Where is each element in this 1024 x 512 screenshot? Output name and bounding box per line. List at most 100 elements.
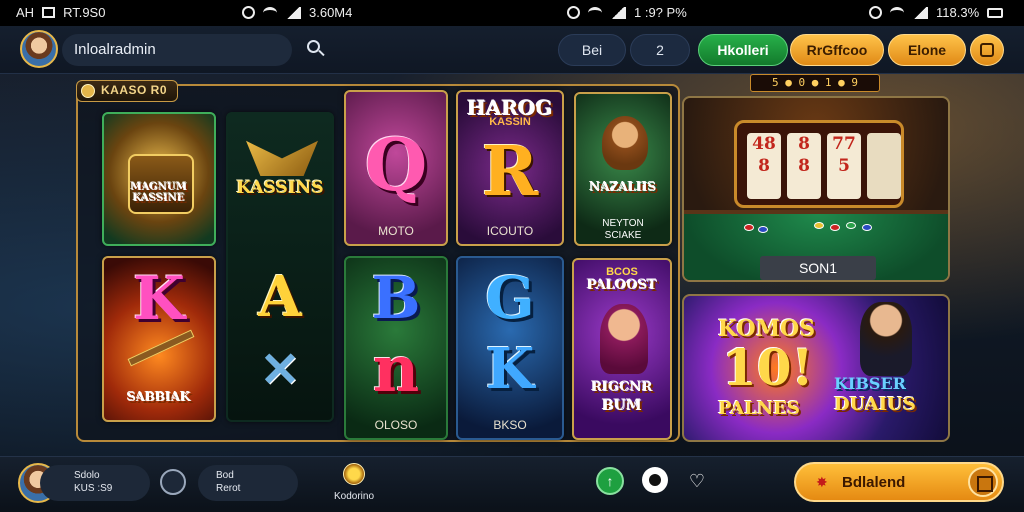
status-speed: 3.60M4 (309, 5, 353, 20)
wifi-icon-2 (588, 6, 602, 19)
letter-g: G (485, 264, 535, 332)
magnum-banner: MAGNUM KASSINE (130, 182, 188, 204)
warrior-portrait (602, 116, 648, 170)
player-name: Sdolo (74, 470, 100, 481)
crossbow-icon (127, 329, 195, 367)
store-button[interactable]: Elone (888, 34, 966, 66)
arrow-up-icon: ↑ (606, 473, 614, 489)
signal-icon-3 (912, 6, 928, 19)
signal-icon-2 (610, 6, 626, 19)
slot-machine-panel[interactable]: 48 8 8 8 77 5 SON1 (682, 96, 950, 282)
wifi-icon (263, 6, 277, 19)
info-pill[interactable]: Bod Rerot (198, 465, 298, 501)
wings-emblem-icon (246, 140, 318, 176)
section-title: KAASO R0 (76, 80, 179, 102)
crossed-swords-icon: ✕ (259, 342, 301, 398)
top-app-bar: Inloalradmin Bei 2 Hkolleri RrGffcoo Elo… (0, 26, 1024, 74)
warrior-banner: NAZALIIS (589, 180, 657, 194)
host-portrait (860, 302, 912, 376)
trophy-icon (343, 463, 365, 485)
status-left: AH RT.9S0 (16, 5, 105, 20)
letter-k: K (132, 264, 186, 334)
reel-4 (867, 133, 901, 199)
search-button[interactable] (302, 36, 330, 64)
reel-2-bottom: 8 (798, 156, 810, 176)
trophy-label: Kodorino (333, 491, 375, 502)
promo-banner[interactable]: KOMOS 10! PALNES KIBSER DUAIUS (682, 294, 950, 442)
trophy-button[interactable]: Kodorino (326, 461, 382, 507)
upload-button[interactable]: ↑ (596, 467, 624, 495)
chip-icon (862, 224, 872, 231)
chip-icon (814, 222, 824, 229)
expand-icon (968, 467, 998, 497)
image-icon (42, 7, 56, 18)
signal-icon (285, 6, 301, 19)
alarm-icon-3 (869, 6, 882, 19)
tab-bet[interactable]: Bei (558, 34, 626, 66)
profile-avatar[interactable] (20, 30, 58, 68)
green-action-button[interactable]: Hkolleri (698, 34, 788, 66)
player-level: KUS :S9 (74, 483, 113, 494)
game-tile-q[interactable]: Q MOTO (344, 90, 448, 246)
chip-icon (846, 222, 856, 229)
store-label: Elone (907, 42, 947, 58)
letter-q: Q (364, 122, 428, 207)
woman-banner-2: BUM (602, 398, 642, 414)
game-tile-woman[interactable]: BCOS PALOOST RIGCNR BUM (572, 258, 672, 440)
chip-button[interactable] (160, 469, 186, 495)
slot-reels: 48 8 8 8 77 5 (734, 120, 904, 208)
player-info[interactable]: Sdolo KUS :S9 (40, 465, 150, 501)
gift-button[interactable] (970, 34, 1004, 66)
reel-2: 8 8 (787, 133, 821, 199)
chip-icon (830, 224, 840, 231)
gift-icon (980, 43, 994, 57)
heart-icon: ♡ (688, 471, 706, 491)
status-center: 3.60M4 (242, 5, 352, 20)
status-bar: AH RT.9S0 3.60M4 1 :9? P% 118.3% (0, 0, 1024, 26)
section-title-text: KAASO R0 (101, 83, 168, 97)
g-caption: BKSO (493, 418, 527, 432)
play-now-button[interactable]: ✸ Bdlalend (794, 462, 1004, 502)
tab-count-label: 2 (656, 42, 664, 58)
r-header-2: KASSIN (489, 116, 531, 128)
game-tile-g[interactable]: G K BKSO (456, 256, 564, 440)
woman-header-2: PALOOST (587, 278, 657, 293)
game-tile-b[interactable]: B n OLOSO (344, 256, 448, 440)
game-tile-k[interactable]: K SABBIAK (102, 256, 216, 422)
woman-header: BCOS (606, 266, 638, 278)
game-tile-magnum[interactable]: MAGNUM KASSINE (102, 112, 216, 246)
letter-k-blue: K (485, 336, 535, 402)
username-field[interactable]: Inloalradmin (62, 34, 292, 66)
status-battery-text: 118.3% (936, 5, 980, 20)
jackpot-ticker-text: 5 ● 0 ● 1 ● 9 (771, 76, 859, 89)
reel-1: 48 8 (747, 133, 781, 199)
game-tile-r[interactable]: HAROG KASSIN R ICOUTO (456, 90, 564, 246)
promo-line-3: PALNES (718, 398, 801, 419)
game-tile-warrior[interactable]: NAZALIIS NEYTON SCIAKE (574, 92, 672, 246)
tab-count[interactable]: 2 (630, 34, 690, 66)
play-now-label: Bdlalend (842, 474, 906, 491)
k-banner: SABBIAK (127, 390, 191, 404)
reel-3-bottom: 5 (838, 156, 850, 176)
reel-1-top: 48 (752, 134, 776, 154)
letter-n: n (372, 332, 420, 407)
status-network: RT.9S0 (63, 5, 106, 20)
warrior-caption: NEYTON (602, 218, 644, 229)
green-action-label: Hkolleri (717, 42, 769, 58)
favorites-button[interactable]: ♡ (684, 469, 710, 493)
r-caption: ICOUTO (486, 224, 534, 238)
reel-3-top: 77 (832, 134, 856, 154)
kassins-banner: KASSINS (236, 178, 324, 198)
offers-button[interactable]: RrGffcoo (790, 34, 884, 66)
tab-bet-label: Bei (581, 42, 603, 58)
gear-icon (649, 474, 661, 486)
woman-portrait (600, 304, 648, 374)
warrior-caption-2: SCIAKE (604, 230, 642, 241)
username-text: Inloalradmin (74, 41, 156, 58)
chip-icon (744, 224, 754, 231)
status-right: 118.3% (869, 5, 1004, 20)
settings-button[interactable] (642, 467, 668, 493)
game-tile-kassins[interactable]: KASSINS A ✕ (226, 112, 334, 422)
info-line-2: Rerot (216, 483, 241, 494)
slot-panel-label: SON1 (760, 256, 876, 280)
